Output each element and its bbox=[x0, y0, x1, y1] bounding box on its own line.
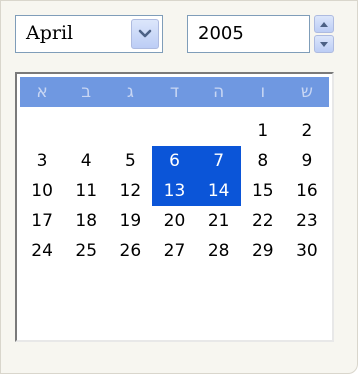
day-cell[interactable]: 9 bbox=[285, 146, 329, 176]
day-cell[interactable]: 4 bbox=[64, 146, 108, 176]
day-cell[interactable]: 22 bbox=[241, 206, 285, 236]
week-row: 12 bbox=[20, 116, 329, 146]
year-spinner[interactable]: 2005 bbox=[187, 15, 310, 53]
weekday-header: ש bbox=[300, 82, 313, 102]
day-cell[interactable]: 24 bbox=[20, 236, 64, 266]
empty-day-cell bbox=[108, 116, 152, 146]
week-row: 3456789 bbox=[20, 146, 329, 176]
week-row: 10 11 12 13 14 15 16 bbox=[20, 176, 329, 206]
day-cell[interactable]: 17 bbox=[20, 206, 64, 236]
weekday-header: ו bbox=[260, 82, 266, 102]
year-up-button[interactable] bbox=[314, 15, 334, 33]
weekday-header: ב bbox=[81, 82, 92, 102]
day-cell[interactable]: 23 bbox=[285, 206, 329, 236]
day-cell[interactable]: 15 bbox=[241, 176, 285, 206]
day-cell[interactable]: 20 bbox=[152, 206, 196, 236]
month-select-value: April bbox=[26, 22, 74, 44]
day-cell[interactable]: 16 bbox=[285, 176, 329, 206]
day-cell[interactable]: 1 bbox=[241, 116, 285, 146]
day-cell[interactable]: 19 bbox=[108, 206, 152, 236]
day-cell[interactable]: 5 bbox=[108, 146, 152, 176]
empty-day-cell bbox=[197, 116, 241, 146]
empty-day-cell bbox=[64, 116, 108, 146]
month-dropdown-button[interactable] bbox=[131, 19, 159, 49]
day-cell[interactable]: 7 bbox=[196, 146, 241, 176]
day-cell[interactable]: 14 bbox=[196, 176, 241, 206]
day-cell[interactable]: 3 bbox=[20, 146, 64, 176]
day-cell[interactable]: 10 bbox=[20, 176, 64, 206]
day-grid: 1 2 3 4 5 6 7 8 9 10 11 12 13 14 15 16 17 18 19 20 21 22 23 24 2… bbox=[20, 116, 329, 266]
day-cell[interactable]: 28 bbox=[197, 236, 241, 266]
day-cell[interactable]: 18 bbox=[64, 206, 108, 236]
triangle-up-icon bbox=[320, 21, 328, 27]
triangle-down-icon bbox=[320, 41, 328, 47]
weekday-header-row: א ב ג ד ה ו ש bbox=[20, 77, 329, 107]
weekday-header: א bbox=[36, 82, 48, 102]
empty-day-cell bbox=[20, 116, 64, 146]
week-row: 17 18 19 20 21 22 23 bbox=[20, 206, 329, 236]
day-cell[interactable]: 30 bbox=[285, 236, 329, 266]
empty-day-cell bbox=[152, 116, 196, 146]
day-cell[interactable]: 6 bbox=[152, 146, 197, 176]
calendar-panel: April 2005 א ב ג ד ה ו ש 1 2 3 4 5 6 7 8… bbox=[0, 0, 358, 374]
day-cell[interactable]: 29 bbox=[241, 236, 285, 266]
day-cell[interactable]: 27 bbox=[152, 236, 196, 266]
chevron-down-icon bbox=[138, 29, 152, 38]
day-cell[interactable]: 13 bbox=[152, 176, 197, 206]
day-cell[interactable]: 11 bbox=[64, 176, 108, 206]
day-cell[interactable]: 8 bbox=[241, 146, 285, 176]
weekday-header: ה bbox=[213, 82, 225, 102]
day-cell[interactable]: 25 bbox=[64, 236, 108, 266]
day-cell[interactable]: 12 bbox=[108, 176, 152, 206]
day-cell[interactable]: 26 bbox=[108, 236, 152, 266]
day-cell[interactable]: 21 bbox=[197, 206, 241, 236]
day-cell[interactable]: 2 bbox=[285, 116, 329, 146]
month-select[interactable]: April bbox=[15, 15, 163, 53]
year-spinner-buttons bbox=[314, 15, 334, 53]
week-row: 24 25 26 27 28 29 30 bbox=[20, 236, 329, 266]
weekday-header: ד bbox=[169, 82, 180, 102]
weekday-header: ג bbox=[126, 82, 134, 102]
year-down-button[interactable] bbox=[314, 35, 334, 53]
month-calendar: א ב ג ד ה ו ש 1 2 3 4 5 6 7 8 9 10 11 12 13 14 15 16 17 1… bbox=[15, 72, 334, 342]
year-spinner-value: 2005 bbox=[198, 23, 244, 44]
